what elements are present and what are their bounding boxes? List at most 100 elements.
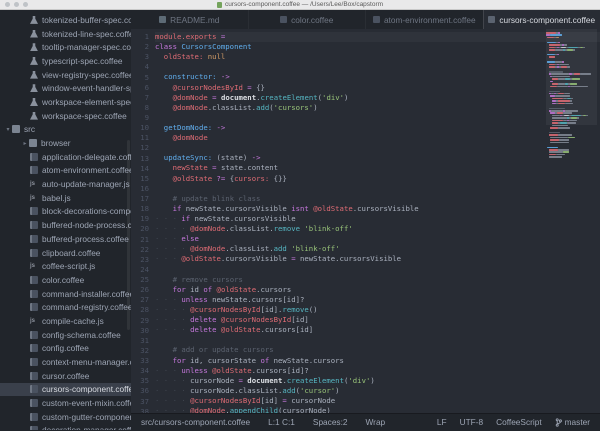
tree-item-tokenized-buffer-spec-coffee[interactable]: tokenized-buffer-spec.coffee xyxy=(0,13,131,27)
code-line[interactable]: # add or update cursors xyxy=(155,345,600,355)
line-number[interactable]: 22 xyxy=(131,245,149,255)
minimize-window-button[interactable] xyxy=(14,2,19,7)
zoom-window-button[interactable] xyxy=(23,2,28,7)
code-line[interactable] xyxy=(155,113,600,123)
tree-item-browser[interactable]: ▸browser xyxy=(0,136,131,150)
tree-item-application-delegate-coffee[interactable]: application-delegate.coffee xyxy=(0,150,131,164)
code-line[interactable]: @domNode = document.createElement('div') xyxy=(155,93,600,103)
line-number[interactable]: 38 xyxy=(131,407,149,413)
line-number[interactable]: 7 xyxy=(131,93,149,103)
line-number[interactable]: 20 xyxy=(131,224,149,234)
line-number[interactable]: 5 xyxy=(131,73,149,83)
tree-item-block-decorations-component-coffee[interactable]: block-decorations-component.coffee xyxy=(0,205,131,219)
tree-item-src[interactable]: ▾src xyxy=(0,123,131,137)
tab-atom-environment-coffee[interactable]: atom-environment.coffee xyxy=(365,10,483,29)
line-number[interactable]: 2 xyxy=(131,42,149,52)
line-number[interactable]: 15 xyxy=(131,174,149,184)
line-number[interactable]: 11 xyxy=(131,133,149,143)
code-line[interactable]: · · · · delete @oldState.cursors[id] xyxy=(155,325,600,335)
code-line[interactable]: @oldState ?= {cursors: {}} xyxy=(155,174,600,184)
code-line[interactable]: @domNode.classList.add('cursors') xyxy=(155,103,600,113)
code-line[interactable]: · · · · @domNode.classList.remove 'blink… xyxy=(155,224,600,234)
code-line[interactable]: · · · else xyxy=(155,234,600,244)
line-number[interactable]: 26 xyxy=(131,285,149,295)
grammar[interactable]: CoffeeScript xyxy=(496,417,542,427)
code-line[interactable]: · · · · @domNode.classList.add 'blink-of… xyxy=(155,244,600,254)
code-line[interactable]: newState = state.content xyxy=(155,163,600,173)
line-number[interactable]: 29 xyxy=(131,316,149,326)
tree-item-clipboard-coffee[interactable]: clipboard.coffee xyxy=(0,246,131,260)
line-number[interactable]: 17 xyxy=(131,194,149,204)
code-line[interactable]: class CursorsComponent xyxy=(155,42,600,52)
code-line[interactable]: @domNode xyxy=(155,133,600,143)
code-line[interactable] xyxy=(155,184,600,194)
line-number[interactable]: 3 xyxy=(131,52,149,62)
line-number[interactable]: 9 xyxy=(131,113,149,123)
line-number[interactable]: 31 xyxy=(131,336,149,346)
code-line[interactable]: · · · · cursorNode = document.createElem… xyxy=(155,376,600,386)
line-number[interactable]: 6 xyxy=(131,83,149,93)
line-number[interactable]: 36 xyxy=(131,386,149,396)
code-line[interactable]: constructor: -> xyxy=(155,72,600,82)
code-line[interactable]: getDomNode: -> xyxy=(155,123,600,133)
line-number[interactable]: 35 xyxy=(131,376,149,386)
tab-color-coffee[interactable]: color.coffee xyxy=(248,10,366,29)
tree-item-typescript-spec-coffee[interactable]: typescript-spec.coffee xyxy=(0,54,131,68)
line-number[interactable]: 10 xyxy=(131,123,149,133)
tree-item-workspace-element-spec-coffee[interactable]: workspace-element-spec.coffee xyxy=(0,95,131,109)
tab-cursors-component-coffee[interactable]: cursors-component.coffee xyxy=(483,10,600,29)
line-number[interactable]: 19 xyxy=(131,214,149,224)
tree-item-tokenized-line-spec-coffee[interactable]: tokenized-line-spec.coffee xyxy=(0,27,131,41)
line-number[interactable]: 16 xyxy=(131,184,149,194)
code-line[interactable]: module.exports = xyxy=(155,32,600,42)
code-line[interactable]: @cursorNodesById = {} xyxy=(155,83,600,93)
tree-item-buffered-process-coffee[interactable]: buffered-process.coffee xyxy=(0,232,131,246)
code-line[interactable]: for id, cursorState of newState.cursors xyxy=(155,356,600,366)
tree-item-cursor-coffee[interactable]: cursor.coffee xyxy=(0,369,131,383)
tree-item-decoration-manager-coffee[interactable]: decoration-manager.coffee xyxy=(0,424,131,430)
tree-item-window-event-handler-spec-coffee[interactable]: window-event-handler-spec.coffee xyxy=(0,81,131,95)
code-line[interactable] xyxy=(155,335,600,345)
tree-item-coffee-script-js[interactable]: jscoffee-script.js xyxy=(0,259,131,273)
tree-item-config-coffee[interactable]: config.coffee xyxy=(0,342,131,356)
line-number[interactable]: 37 xyxy=(131,397,149,407)
tree-item-tooltip-manager-spec-coffee[interactable]: tooltip-manager-spec.coffee xyxy=(0,40,131,54)
code-line[interactable]: # remove cursors xyxy=(155,275,600,285)
file-path[interactable]: src/cursors-component.coffee xyxy=(141,417,250,427)
line-number[interactable]: 34 xyxy=(131,366,149,376)
line-number[interactable]: 21 xyxy=(131,235,149,245)
tree-item-command-installer-coffee[interactable]: command-installer.coffee xyxy=(0,287,131,301)
code-line[interactable]: oldState: null xyxy=(155,52,600,62)
line-number[interactable]: 28 xyxy=(131,305,149,315)
tree-item-atom-environment-coffee[interactable]: atom-environment.coffee xyxy=(0,164,131,178)
line-ending[interactable]: LF xyxy=(437,417,447,427)
tree-item-color-coffee[interactable]: color.coffee xyxy=(0,273,131,287)
line-number[interactable]: 4 xyxy=(131,62,149,72)
line-number[interactable]: 8 xyxy=(131,103,149,113)
code-line[interactable]: · · · · cursorNode.classList.add('cursor… xyxy=(155,386,600,396)
code-line[interactable]: · · · if newState.cursorsVisible xyxy=(155,214,600,224)
code-line[interactable]: updateSync: (state) -> xyxy=(155,153,600,163)
line-number[interactable]: 12 xyxy=(131,143,149,153)
line-number[interactable]: 24 xyxy=(131,265,149,275)
line-number[interactable]: 33 xyxy=(131,356,149,366)
indent-setting[interactable]: Spaces:2 xyxy=(313,417,348,427)
git-branch[interactable]: master xyxy=(555,417,590,427)
tree-item-buffered-node-process-coffee[interactable]: buffered-node-process.coffee xyxy=(0,218,131,232)
tree-item-config-schema-coffee[interactable]: config-schema.coffee xyxy=(0,328,131,342)
tree-item-custom-gutter-component-coffee[interactable]: custom-gutter-component.coffee xyxy=(0,410,131,424)
code-line[interactable]: · · · · @cursorNodesById[id].remove() xyxy=(155,305,600,315)
line-number[interactable]: 23 xyxy=(131,255,149,265)
code-area[interactable]: module.exports =class CursorsComponent o… xyxy=(155,29,600,413)
tree-item-cursors-component-coffee[interactable]: cursors-component.coffee xyxy=(0,383,131,397)
tree-item-context-menu-manager-coffee[interactable]: context-menu-manager.coffee xyxy=(0,355,131,369)
code-line[interactable]: · · · · delete @cursorNodesById[id] xyxy=(155,315,600,325)
tree-item-babel-js[interactable]: jsbabel.js xyxy=(0,191,131,205)
line-number[interactable]: 13 xyxy=(131,154,149,164)
code-line[interactable]: # update blink class xyxy=(155,194,600,204)
encoding[interactable]: UTF-8 xyxy=(460,417,484,427)
code-line[interactable]: if newState.cursorsVisible isnt @oldStat… xyxy=(155,204,600,214)
tree-scrollbar-thumb[interactable] xyxy=(127,140,130,330)
code-line[interactable]: for id of @oldState.cursors xyxy=(155,285,600,295)
line-number[interactable]: 18 xyxy=(131,204,149,214)
